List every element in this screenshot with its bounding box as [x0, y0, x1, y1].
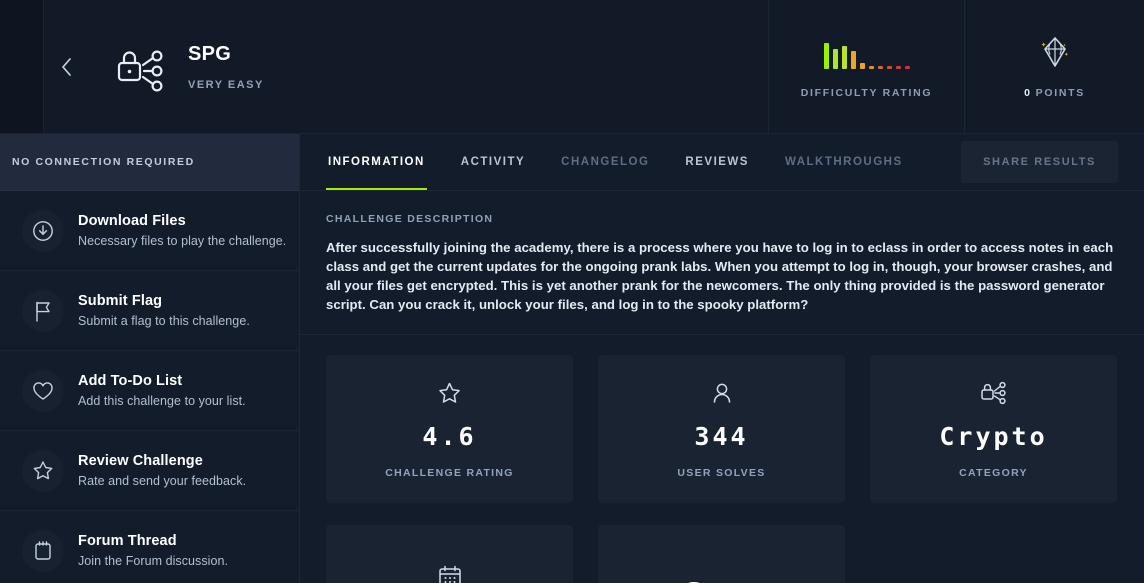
star-icon	[22, 449, 64, 492]
sidebar-item-title: Add To-Do List	[78, 373, 183, 389]
page-header: SPG VERY EASY DIFFICULTY RATING 0 POINTS	[0, 0, 1144, 134]
gem-icon	[1040, 35, 1070, 69]
sidebar-item-subtitle: Add this challenge to your list.	[78, 394, 246, 408]
back-button[interactable]	[44, 0, 88, 133]
challenge-title: SPG	[188, 42, 232, 65]
difficulty-bar-9	[895, 65, 901, 69]
page-body: NO CONNECTION REQUIRED Download Files Nec…	[0, 134, 1144, 583]
tab-information[interactable]: INFORMATION	[326, 134, 427, 190]
heart-icon	[22, 369, 64, 412]
points-cell: 0 POINTS	[964, 0, 1144, 133]
tab-changelog[interactable]: CHANGELOG	[559, 134, 651, 190]
download-icon	[22, 209, 64, 252]
challenge-rating-card: 4.6 CHALLENGE RATING	[326, 355, 573, 503]
author-card: r4sti	[598, 525, 845, 583]
challenge-description-text: After successfully joining the academy, …	[326, 240, 1114, 312]
difficulty-bar-6	[868, 65, 874, 69]
sidebar: NO CONNECTION REQUIRED Download Files Nec…	[0, 134, 300, 583]
challenge-identity: SPG VERY EASY	[88, 0, 768, 133]
challenge-page: SPG VERY EASY DIFFICULTY RATING 0 POINTS…	[0, 0, 1144, 583]
sidebar-item-subtitle: Submit a flag to this challenge.	[78, 314, 250, 328]
difficulty-rating-cell: DIFFICULTY RATING	[768, 0, 964, 133]
sidebar-item-submit-flag[interactable]: Submit Flag Submit a flag to this challen…	[0, 271, 299, 351]
sidebar-item-subtitle: Necessary files to play the challenge.	[78, 234, 287, 248]
tab-activity[interactable]: ACTIVITY	[459, 134, 527, 190]
challenge-rating-value: 4.6	[422, 421, 477, 451]
sidebar-item-download-files[interactable]: Download Files Necessary files to play th…	[0, 191, 299, 271]
difficulty-bar-4	[850, 50, 856, 69]
sidebar-item-review-challenge[interactable]: Review Challenge Rate and send your feedb…	[0, 431, 299, 511]
tab-walkthroughs[interactable]: WALKTHROUGHS	[783, 134, 905, 190]
flag-icon	[22, 289, 64, 332]
stat-cards-row: 4.6 CHALLENGE RATING 344 USER SOLVES Cry…	[326, 355, 1118, 503]
sidebar-item-title: Review Challenge	[78, 453, 203, 469]
difficulty-bar-3	[841, 45, 847, 69]
sidebar-item-subtitle: Join the Forum discussion.	[78, 554, 228, 568]
user-solves-label: USER SOLVES	[677, 466, 766, 479]
difficulty-bar-1	[823, 42, 829, 69]
sidebar-item-subtitle: Rate and send your feedback.	[78, 474, 247, 488]
release-age-card: 287 Days	[326, 525, 573, 583]
stats-area: 4.6 CHALLENGE RATING 344 USER SOLVES Cry…	[300, 335, 1144, 583]
difficulty-bar-8	[886, 65, 892, 69]
sidebar-item-title: Forum Thread	[78, 533, 177, 549]
challenge-rating-label: CHALLENGE RATING	[385, 466, 514, 479]
left-rail	[0, 0, 44, 133]
chevron-left-icon	[61, 57, 71, 76]
category-label: CATEGORY	[959, 466, 1028, 479]
difficulty-bar-10	[904, 65, 910, 69]
connection-status-text: NO CONNECTION REQUIRED	[12, 156, 195, 168]
star-icon	[437, 380, 462, 406]
difficulty-bar-5	[859, 62, 865, 69]
user-solves-card: 344 USER SOLVES	[598, 355, 845, 503]
share-results-button[interactable]: SHARE RESULTS	[961, 141, 1118, 183]
connection-status-banner: NO CONNECTION REQUIRED	[0, 134, 299, 191]
sidebar-item-title: Download Files	[78, 213, 186, 229]
main-content: INFORMATION ACTIVITY CHANGELOG REVIEWS WALKT…	[300, 134, 1144, 583]
forum-icon	[22, 529, 64, 572]
sidebar-item-forum-thread[interactable]: Forum Thread Join the Forum discussion.	[0, 511, 299, 583]
challenge-description-label: CHALLENGE DESCRIPTION	[326, 213, 494, 225]
challenge-description-block: CHALLENGE DESCRIPTION After successfully…	[300, 191, 1144, 335]
lock-share-icon	[980, 380, 1008, 406]
lock-share-icon	[116, 41, 166, 93]
user-icon	[711, 380, 733, 406]
sidebar-item-title: Submit Flag	[78, 293, 163, 309]
difficulty-bar-7	[877, 65, 883, 69]
tab-reviews[interactable]: REVIEWS	[683, 134, 751, 190]
user-solves-value: 344	[694, 421, 749, 451]
calendar-icon	[438, 564, 462, 583]
difficulty-bar-2	[832, 48, 838, 69]
points-value: 0	[1024, 86, 1032, 99]
points-label: 0 POINTS	[1024, 87, 1085, 99]
category-card: Crypto CATEGORY	[870, 355, 1117, 503]
bottom-cards-row: 287 Days	[326, 525, 1118, 583]
difficulty-label: VERY EASY	[188, 78, 264, 91]
difficulty-rating-label: DIFFICULTY RATING	[800, 86, 933, 99]
points-unit-label: POINTS	[1035, 86, 1085, 99]
tab-bar: INFORMATION ACTIVITY CHANGELOG REVIEWS WALKT…	[300, 134, 1144, 191]
difficulty-bars-icon	[823, 35, 910, 69]
sidebar-item-add-to-do-list[interactable]: Add To-Do List Add this challenge to your…	[0, 351, 299, 431]
category-value: Crypto	[939, 421, 1048, 451]
